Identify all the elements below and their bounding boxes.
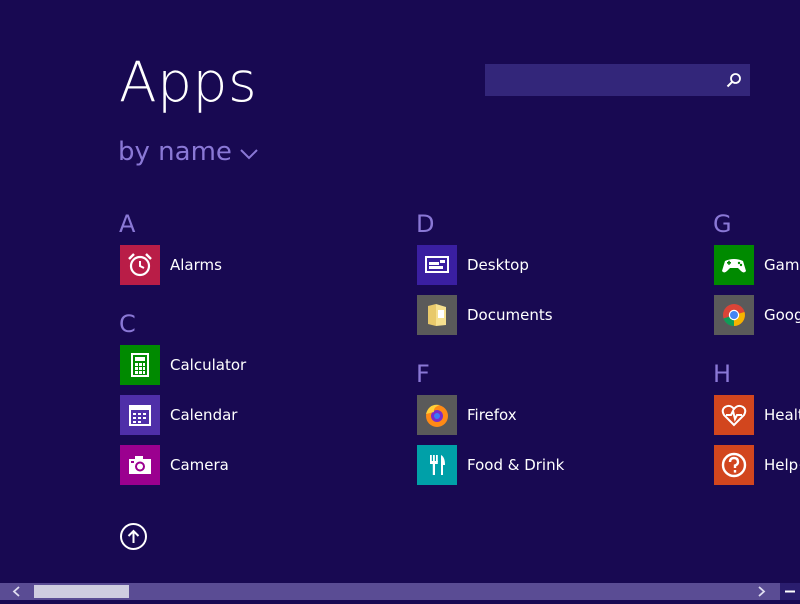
app-calculator[interactable]: Calculator bbox=[120, 345, 246, 385]
app-tile bbox=[417, 395, 457, 435]
app-help[interactable]: Help+ bbox=[714, 445, 800, 485]
app-tile bbox=[714, 295, 754, 335]
heart-pulse-icon bbox=[721, 404, 747, 427]
app-label: Documents bbox=[467, 306, 553, 324]
sort-by-label: by name bbox=[118, 137, 232, 167]
app-alarms[interactable]: Alarms bbox=[120, 245, 222, 285]
scroll-left-arrow-icon[interactable] bbox=[10, 585, 24, 598]
app-label: Firefox bbox=[467, 406, 517, 424]
calendar-icon bbox=[129, 405, 151, 426]
app-tile bbox=[417, 295, 457, 335]
scroll-right-arrow-icon[interactable] bbox=[754, 585, 768, 598]
app-label: Goog bbox=[764, 306, 800, 324]
group-header-a[interactable]: A bbox=[119, 210, 135, 238]
horizontal-scrollbar[interactable] bbox=[0, 583, 800, 600]
alarm-clock-icon bbox=[128, 253, 152, 277]
search-icon[interactable] bbox=[726, 72, 742, 88]
scroll-to-start-button[interactable] bbox=[120, 523, 147, 550]
app-label: Food & Drink bbox=[467, 456, 565, 474]
app-tile bbox=[120, 345, 160, 385]
chrome-icon bbox=[723, 304, 745, 327]
chevron-down-icon bbox=[240, 148, 258, 159]
app-tile bbox=[417, 445, 457, 485]
fork-knife-icon bbox=[430, 455, 445, 475]
app-firefox[interactable]: Firefox bbox=[417, 395, 517, 435]
group-header-f[interactable]: F bbox=[416, 360, 430, 388]
app-label: Health bbox=[764, 406, 800, 424]
app-tile bbox=[714, 395, 754, 435]
app-tile bbox=[120, 245, 160, 285]
arrow-up-icon bbox=[127, 529, 140, 543]
group-header-c[interactable]: C bbox=[119, 310, 136, 338]
minus-icon bbox=[785, 590, 795, 593]
group-header-d[interactable]: D bbox=[416, 210, 434, 238]
app-label: Game bbox=[764, 256, 800, 274]
app-tile bbox=[714, 445, 754, 485]
page-title: Apps bbox=[119, 50, 258, 114]
app-calendar[interactable]: Calendar bbox=[120, 395, 237, 435]
search-input[interactable] bbox=[485, 64, 731, 96]
app-label: Calculator bbox=[170, 356, 247, 374]
app-food-drink[interactable]: Food & Drink bbox=[417, 445, 564, 485]
app-tile bbox=[120, 395, 160, 435]
app-label: Alarms bbox=[170, 256, 222, 274]
app-label: Camera bbox=[170, 456, 229, 474]
app-tile bbox=[120, 445, 160, 485]
zoom-out-button[interactable] bbox=[780, 583, 800, 600]
app-label: Desktop bbox=[467, 256, 529, 274]
app-desktop[interactable]: Desktop bbox=[417, 245, 529, 285]
camera-icon bbox=[129, 456, 151, 474]
app-health[interactable]: Health bbox=[714, 395, 800, 435]
question-icon bbox=[721, 452, 747, 478]
app-google-chrome[interactable]: Goog bbox=[714, 295, 800, 335]
folder-icon bbox=[428, 304, 446, 326]
app-documents[interactable]: Documents bbox=[417, 295, 553, 335]
app-game[interactable]: Game bbox=[714, 245, 800, 285]
firefox-icon bbox=[426, 404, 448, 427]
group-header-g[interactable]: G bbox=[713, 210, 732, 238]
desktop-icon bbox=[425, 256, 449, 273]
game-controller-icon bbox=[722, 259, 746, 273]
scrollbar-thumb[interactable] bbox=[34, 585, 129, 598]
sort-by-dropdown[interactable]: by name bbox=[118, 135, 258, 169]
calculator-icon bbox=[131, 353, 149, 377]
app-tile bbox=[714, 245, 754, 285]
app-label: Help+ bbox=[764, 456, 800, 474]
search-box bbox=[485, 64, 750, 96]
app-camera[interactable]: Camera bbox=[120, 445, 229, 485]
app-label: Calendar bbox=[170, 406, 238, 424]
group-header-h[interactable]: H bbox=[713, 360, 731, 388]
app-tile bbox=[417, 245, 457, 285]
